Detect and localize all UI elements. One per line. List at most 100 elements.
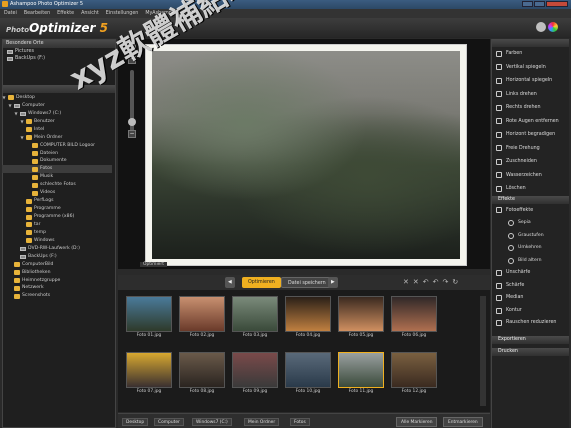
filter-item[interactable]: Median [492,292,569,305]
tool-item[interactable]: Löschen [492,182,569,196]
tree-item[interactable]: Videos [2,189,112,197]
tree-item[interactable]: Heimnetzgruppe [2,277,112,285]
menu-item[interactable]: Effekte [57,11,74,16]
effect-icon [508,257,514,264]
tree-item[interactable]: ▼ Mein Ordner [2,134,112,142]
filter-item[interactable]: Schärfe [492,280,569,293]
print-header[interactable]: Drucken [492,347,569,356]
tree-item[interactable]: Fotos [2,165,112,174]
zoom-slider-knob[interactable] [128,118,136,126]
effects-header[interactable]: Effekte [492,195,569,204]
tool-item[interactable]: Wasserzeichen [492,169,569,183]
thumbnail[interactable]: Foto 10.jpg [285,352,331,396]
filter-item[interactable]: Rauschen reduzieren [492,317,569,330]
tree-item[interactable]: Dokumente [2,158,112,166]
tree-item[interactable]: schlechte Fotos [2,181,112,189]
menu-item[interactable]: Einstellungen [106,11,139,16]
breadcrumb-item[interactable]: Mein Ordner [244,418,280,426]
tree-item[interactable]: Programme (x86) [2,213,112,221]
zoom-in-button[interactable]: + [128,43,136,51]
tool-item[interactable]: Rechts drehen [492,101,569,115]
expand-icon[interactable]: ▼ [20,134,24,142]
expand-icon[interactable]: ▼ [2,94,6,102]
menu-item[interactable]: MyAshampoo [145,11,177,16]
menu-item[interactable]: Bearbeiten [24,11,50,16]
tool-item[interactable]: Horizont begradigen [492,128,569,142]
tool-item[interactable]: Horizontal spiegeln [492,74,569,88]
recent-item[interactable]: Pictures [3,48,115,55]
select-all-button[interactable]: Alle Markieren [396,417,438,427]
breadcrumb-item[interactable]: Windows7 (C:) [192,418,232,426]
optimize-button[interactable]: Optimieren [242,277,281,288]
tree-item[interactable]: DVD-RW-Laufwerk (D:) [2,245,112,253]
deselect-button[interactable]: Entmarkieren [443,417,483,427]
expand-icon[interactable]: ▼ [14,110,18,118]
tool-item[interactable]: Farben [492,47,569,61]
tree-item[interactable]: Screenshots [2,292,112,300]
save-file-button[interactable]: Datei speichern [281,277,333,288]
thumbnail[interactable]: Foto 09.jpg [232,352,278,396]
tool-item[interactable]: Vertikal spiegeln [492,61,569,75]
breadcrumb-item[interactable]: Fotos [290,418,310,426]
edit-icons[interactable]: ✕✕↶↶↷↻ [403,278,483,288]
minimize-button[interactable] [522,1,533,7]
menu-item[interactable]: Datei [4,11,17,16]
expand-icon[interactable]: ▼ [20,118,24,126]
thumbnail[interactable]: Foto 01.jpg [126,296,172,340]
tree-item[interactable]: ▼ Computer [2,102,112,110]
recent-item[interactable]: BackUps (F:) [3,55,115,62]
color-wheel-icon[interactable] [548,22,558,32]
tree-item[interactable]: temp [2,229,112,237]
zoom-fit-button[interactable]: · [128,56,136,64]
tree-item[interactable]: Intel [2,126,112,134]
tree-item[interactable]: Dateien [2,150,112,158]
thumbnail[interactable]: Foto 04.jpg [285,296,331,340]
tool-item[interactable]: Zuschneiden [492,155,569,169]
thumbnail[interactable]: Foto 02.jpg [179,296,225,340]
tree-item[interactable]: Programme [2,205,112,213]
tree-item[interactable]: Windows [2,237,112,245]
tool-item[interactable]: Freie Drehung [492,142,569,156]
menu-item[interactable]: Ansicht [81,11,99,16]
close-button[interactable] [546,1,568,7]
tool-item[interactable]: Links drehen [492,88,569,102]
tree-item[interactable]: ComputerBild [2,261,112,269]
prev-arrow-icon[interactable]: ◀ [225,277,235,288]
effect-item[interactable]: Bild altern [492,255,569,268]
thumbnail[interactable]: Foto 07.jpg [126,352,172,396]
filter-item[interactable]: Unschärfe [492,267,569,280]
thumbnail[interactable]: Foto 11.jpg [338,352,384,396]
tree-item[interactable]: BackUps (F:) [2,253,112,261]
tree-item[interactable]: ▼ Benutzer [2,118,112,126]
tree-item[interactable]: tar [2,221,112,229]
expand-icon[interactable]: ▼ [8,102,12,110]
breadcrumb-item[interactable]: Computer [154,418,184,426]
help-icon[interactable] [536,22,546,32]
menu-item[interactable]: Hilfe [185,11,196,16]
maximize-button[interactable] [534,1,545,7]
thumbnail[interactable]: Foto 12.jpg [391,352,437,396]
thumbnail[interactable]: Foto 06.jpg [391,296,437,340]
tree-item[interactable]: COMPUTER BILD Logoor [2,142,112,150]
tree-item[interactable]: ▼ Windows7 (C:) [2,110,112,118]
zoom-out-button[interactable]: − [128,130,136,138]
next-arrow-icon[interactable]: ▶ [328,277,338,288]
thumbnail-scrollbar[interactable] [480,296,486,406]
tool-item[interactable]: Rote Augen entfernen [492,115,569,129]
tree-item[interactable]: Bibliotheken [2,269,112,277]
tree-item[interactable]: Musik [2,173,112,181]
tree-item[interactable]: PerfLogs [2,197,112,205]
effect-item[interactable]: Sepia [492,217,569,230]
breadcrumb-item[interactable]: Desktop [122,418,149,426]
tree-item[interactable]: ▼ Desktop [2,94,112,102]
thumbnail[interactable]: Foto 08.jpg [179,352,225,396]
effects-group[interactable]: Fotoeffekte [492,204,569,218]
effect-item[interactable]: Umkehren [492,242,569,255]
tree-item[interactable]: Netzwerk [2,285,112,293]
thumbnail[interactable]: Foto 03.jpg [232,296,278,340]
effect-item[interactable]: Graustufen [492,230,569,243]
tool-label: Wasserzeichen [506,172,542,178]
export-header[interactable]: Exportieren [492,335,569,344]
filter-item[interactable]: Kontur [492,305,569,318]
thumbnail[interactable]: Foto 05.jpg [338,296,384,340]
